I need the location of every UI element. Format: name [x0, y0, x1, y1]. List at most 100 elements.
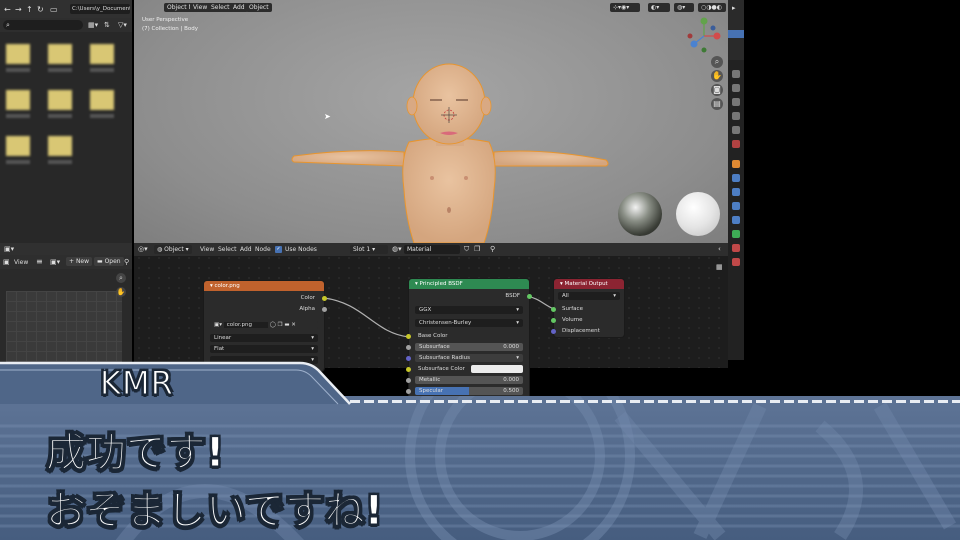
- physics-tab-icon[interactable]: [732, 202, 740, 210]
- alpha-output-socket[interactable]: [322, 307, 327, 312]
- subsurface-field[interactable]: Subsurface 0.000: [415, 343, 523, 351]
- file-browser-header: ← → ↑ ↻ ▭ C:\Users\y_Documents\: [0, 0, 132, 18]
- interpolation-dropdown[interactable]: Linear ▾: [210, 334, 318, 342]
- image-texture-node[interactable]: ▾ color.png Color Alpha ▣▾ color.png ◯ ❐…: [204, 281, 327, 371]
- zoom-icon[interactable]: ⌕: [116, 273, 126, 283]
- output-target-label: All: [562, 293, 569, 299]
- hamburger-icon[interactable]: ≡: [36, 257, 43, 266]
- subsurface-method-dropdown[interactable]: Christensen-Burley ▾: [415, 319, 523, 327]
- scene-tab-icon[interactable]: [732, 126, 740, 134]
- bsdf-output-socket[interactable]: [527, 294, 532, 299]
- file-thumbnail[interactable]: [6, 44, 30, 64]
- 3d-viewport[interactable]: Object Mode ▾ View Select Add Object ⊹▾◉…: [134, 0, 728, 243]
- file-thumbnail[interactable]: [48, 136, 72, 156]
- file-thumbnail[interactable]: [48, 44, 72, 64]
- displacement-socket[interactable]: [551, 329, 556, 334]
- file-label: [90, 114, 114, 118]
- shading-mode-icons[interactable]: ○◑●◐: [698, 3, 726, 12]
- bsdf-node-header[interactable]: ▾ Principled BSDF: [409, 279, 529, 289]
- hand-icon[interactable]: ✋: [116, 287, 126, 297]
- texture-tab-icon[interactable]: [732, 258, 740, 266]
- constraints-tab-icon[interactable]: [732, 216, 740, 224]
- file-thumbnail[interactable]: [48, 90, 72, 110]
- pin-icon[interactable]: ⚲: [124, 258, 129, 266]
- subsurface-socket[interactable]: [406, 345, 411, 350]
- output-tab-icon[interactable]: [732, 98, 740, 106]
- outliner-arrow-icon[interactable]: ▸: [732, 4, 736, 12]
- camera-view-icon[interactable]: ◙: [711, 84, 723, 96]
- distribution-dropdown[interactable]: GGX ▾: [415, 306, 523, 314]
- subsurface-radius-dropdown[interactable]: Subsurface Radius ▾: [415, 354, 523, 362]
- interpolation-label: Linear: [214, 335, 232, 341]
- folder-icon: ▬: [97, 258, 105, 265]
- image-datablock-field[interactable]: ▣▾ color.png ◯ ❐ ▬ ✕: [210, 321, 318, 329]
- visibility-icon[interactable]: ◐▾: [648, 3, 670, 12]
- node-editor[interactable]: ◎▾ ◍ Object ▾ View Select Add Node ✓ Use…: [134, 243, 728, 399]
- principled-bsdf-node[interactable]: ▾ Principled BSDF BSDF GGX ▾ Christensen-…: [406, 279, 532, 399]
- volume-socket[interactable]: [551, 318, 556, 323]
- new-image-button[interactable]: + New: [66, 257, 93, 266]
- color-output-socket[interactable]: [322, 296, 327, 301]
- transform-orientation-icon[interactable]: ⊹▾◉▾: [610, 3, 640, 12]
- new-folder-icon[interactable]: ▭: [50, 5, 58, 14]
- metallic-field[interactable]: Metallic 0.000: [415, 376, 523, 384]
- file-thumbnail[interactable]: [6, 90, 30, 110]
- select-menu[interactable]: Select: [208, 3, 233, 12]
- screen: ← → ↑ ↻ ▭ C:\Users\y_Documents\ ⌕ ▦▾ ⇅ ▽…: [0, 0, 960, 540]
- forward-arrow-icon[interactable]: →: [15, 5, 22, 14]
- character-model[interactable]: [284, 60, 614, 243]
- world-tab-icon[interactable]: [732, 140, 740, 148]
- navigation-gizmo[interactable]: [684, 16, 724, 56]
- subsurface-color-socket[interactable]: [406, 367, 411, 372]
- displacement-label: Displacement: [562, 328, 600, 334]
- back-arrow-icon[interactable]: ←: [4, 5, 11, 14]
- data-tab-icon[interactable]: [732, 230, 740, 238]
- add-menu[interactable]: Add: [230, 3, 248, 12]
- subsurface-radius-label: Subsurface Radius: [419, 355, 470, 361]
- parent-dir-icon[interactable]: ↑: [26, 5, 33, 14]
- base-color-socket[interactable]: [406, 334, 411, 339]
- mode-icon[interactable]: ▣: [3, 258, 10, 266]
- subsurface-color-swatch[interactable]: [471, 365, 523, 373]
- output-node-header[interactable]: ▾ Material Output: [554, 279, 624, 289]
- outliner-selected-row[interactable]: [728, 30, 744, 38]
- subsurface-radius-socket[interactable]: [406, 356, 411, 361]
- zoom-view-icon[interactable]: ⌕: [711, 56, 723, 68]
- path-field[interactable]: C:\Users\y_Documents\: [70, 4, 130, 14]
- material-tab-icon[interactable]: [732, 244, 740, 252]
- object-tab-icon[interactable]: [732, 160, 740, 168]
- search-input[interactable]: ⌕: [3, 20, 83, 30]
- material-output-node[interactable]: ▾ Material Output All ▾ Surface Volume Di…: [551, 279, 624, 337]
- modifier-tab-icon[interactable]: [732, 174, 740, 182]
- view-layer-tab-icon[interactable]: [732, 112, 740, 120]
- file-thumbnail[interactable]: [90, 90, 114, 110]
- open-image-button[interactable]: ▬ Open: [94, 257, 124, 266]
- filter-icon[interactable]: ▽▾: [118, 21, 127, 29]
- projection-dropdown[interactable]: Flat ▾: [210, 345, 318, 353]
- view-menu[interactable]: View: [14, 259, 28, 266]
- file-thumbnail[interactable]: [90, 44, 114, 64]
- object-menu[interactable]: Object: [246, 3, 272, 12]
- sort-icon[interactable]: ⇅: [104, 21, 110, 29]
- mouse-cursor-icon: ➤: [324, 112, 331, 121]
- output-target-dropdown[interactable]: All ▾: [558, 292, 620, 300]
- pan-view-icon[interactable]: ✋: [711, 70, 723, 82]
- image-canvas[interactable]: [6, 291, 122, 371]
- image-browse-icon[interactable]: ▣▾: [50, 258, 60, 266]
- overlay-icon[interactable]: ◍▾: [674, 3, 694, 12]
- image-node-header[interactable]: ▾ color.png: [204, 281, 324, 291]
- file-thumbnail[interactable]: [6, 136, 30, 156]
- display-mode-icon[interactable]: ▦▾: [88, 21, 98, 29]
- refresh-icon[interactable]: ↻: [37, 5, 44, 14]
- specular-socket[interactable]: [406, 389, 411, 394]
- ortho-toggle-icon[interactable]: ▤: [711, 98, 723, 110]
- render-tab-icon[interactable]: [732, 84, 740, 92]
- file-label: [48, 160, 72, 164]
- surface-socket[interactable]: [551, 307, 556, 312]
- specular-field[interactable]: Specular 0.500: [415, 387, 523, 395]
- metallic-socket[interactable]: [406, 378, 411, 383]
- particles-tab-icon[interactable]: [732, 188, 740, 196]
- tool-tab-icon[interactable]: [732, 70, 740, 78]
- editor-type-icon[interactable]: ▣▾: [4, 245, 14, 253]
- properties-strip: [728, 60, 744, 360]
